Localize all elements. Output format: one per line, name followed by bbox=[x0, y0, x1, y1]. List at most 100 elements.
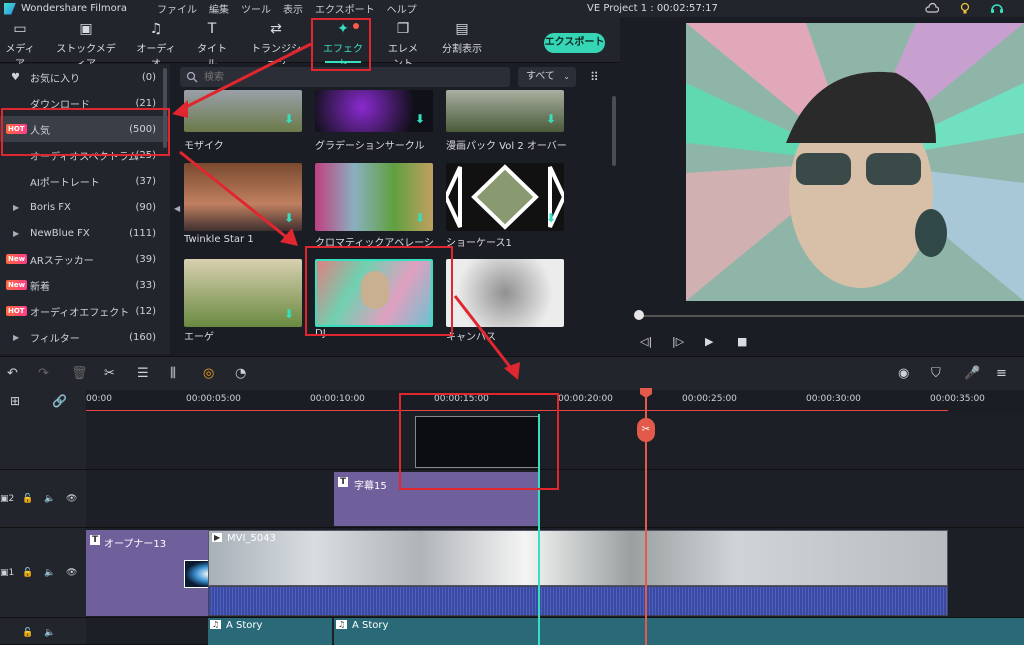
speaker-icon[interactable]: 🔈 bbox=[44, 568, 55, 578]
ruler-tick: 00:00:20:00 bbox=[558, 394, 613, 404]
audio-clip-story-1[interactable]: ♫ A Story bbox=[208, 618, 332, 645]
menu-edit[interactable]: 編集 bbox=[209, 1, 229, 16]
stop-icon[interactable]: ■ bbox=[737, 335, 747, 348]
redo-icon[interactable]: ↷ bbox=[38, 366, 49, 381]
sort-dropdown[interactable]: すべて ⌄ bbox=[518, 67, 576, 87]
sidebar-item-audio-effects[interactable]: HOT オーディオエフェクト (12) bbox=[0, 298, 170, 324]
step-forward-icon[interactable]: |▷ bbox=[672, 335, 684, 348]
music-note-icon: ♫ bbox=[210, 620, 222, 629]
lock-icon[interactable]: 🔓 bbox=[22, 494, 33, 504]
download-icon[interactable]: ⬇ bbox=[284, 211, 294, 225]
sidebar-item-boris-fx[interactable]: ▶ Boris FX (90) bbox=[0, 194, 170, 220]
delete-icon[interactable]: 🗑 bbox=[71, 366, 88, 381]
effect-label: キャンバス bbox=[446, 332, 496, 343]
effect-thumb-mosaic[interactable]: ⬇ bbox=[184, 90, 302, 132]
menu-help[interactable]: ヘルプ bbox=[387, 1, 417, 16]
lightbulb-icon[interactable] bbox=[958, 2, 972, 15]
eye-icon[interactable]: 👁 bbox=[66, 494, 77, 504]
track-audio[interactable]: ♫ A Story ♫ A Story bbox=[86, 618, 1024, 645]
tab-split-screen[interactable]: ▤ 分割表示 bbox=[441, 21, 483, 55]
sidebar-item-ai-portrait[interactable]: AIポートレート (37) bbox=[0, 168, 170, 194]
microphone-icon[interactable]: 🎤 bbox=[964, 366, 980, 381]
effect-thumb-aegean[interactable]: ⬇ bbox=[184, 259, 302, 327]
effect-thumb-gradient-circle[interactable]: ⬇ bbox=[315, 90, 433, 132]
download-icon[interactable]: ⬇ bbox=[284, 307, 294, 321]
tab-transitions[interactable]: ⇄トランジション bbox=[249, 21, 303, 70]
track-header-2: ▣2 🔓 🔈 👁 bbox=[0, 470, 86, 528]
add-track-icon[interactable]: ⊞ bbox=[10, 394, 20, 408]
tab-media[interactable]: ▭メディア bbox=[5, 21, 35, 70]
text-t-icon: T bbox=[207, 21, 217, 37]
speed-ramp-icon[interactable]: ◔ bbox=[235, 366, 246, 381]
tab-stock-media[interactable]: ▣ストックメディア bbox=[56, 21, 116, 70]
title-clip-opener[interactable]: T オープナー13 bbox=[86, 530, 234, 616]
sidebar-item-newblue-fx[interactable]: ▶ NewBlue FX (111) bbox=[0, 220, 170, 246]
annotation-box-popular bbox=[1, 108, 170, 156]
lock-icon[interactable]: 🔓 bbox=[22, 568, 33, 578]
track-video-icon: ▣2 bbox=[0, 494, 15, 504]
tab-titles[interactable]: Tタイトル bbox=[196, 21, 228, 70]
sidebar-item-favorites[interactable]: ♥ お気に入り (0) bbox=[0, 64, 170, 90]
render-icon[interactable]: ◉ bbox=[898, 366, 909, 381]
new-badge: New bbox=[6, 254, 28, 264]
tab-audio[interactable]: ♫オーディオ bbox=[136, 21, 176, 70]
step-back-icon[interactable]: ◁| bbox=[640, 335, 652, 348]
download-icon[interactable]: ⬇ bbox=[546, 112, 556, 126]
search-input[interactable] bbox=[204, 70, 494, 84]
marker-icon[interactable]: ⛉ bbox=[931, 366, 941, 381]
speed-icon[interactable]: ◎ bbox=[203, 366, 214, 381]
sidebar-item-ar-stickers[interactable]: New ARステッカー (39) bbox=[0, 246, 170, 272]
scissors-icon[interactable]: ✂ bbox=[104, 366, 115, 381]
effect-thumb-showcase[interactable]: ⬇ bbox=[446, 163, 564, 231]
speaker-icon[interactable]: 🔈 bbox=[44, 494, 55, 504]
transition-icon: ⇄ bbox=[270, 21, 282, 37]
effect-label: モザイク bbox=[184, 141, 224, 152]
effect-thumb-manga-pack[interactable]: ⬇ bbox=[446, 90, 564, 132]
title-bar: Wondershare Filmora ファイル 編集 ツール 表示 エクスポー… bbox=[0, 0, 1024, 17]
effect-thumb-twinkle-star[interactable]: ⬇ bbox=[184, 163, 302, 231]
headset-icon[interactable] bbox=[990, 2, 1004, 15]
annotation-box-effects-tab bbox=[311, 18, 371, 71]
download-icon[interactable]: ⬇ bbox=[415, 112, 425, 126]
cloud-icon[interactable] bbox=[925, 2, 939, 15]
menu-view[interactable]: 表示 bbox=[283, 1, 303, 16]
effect-thumb-chromatic-aberration[interactable]: ⬇ bbox=[315, 163, 433, 231]
track-video-icon: ▣1 bbox=[0, 568, 15, 578]
heart-icon: ♥ bbox=[11, 71, 20, 83]
export-button[interactable]: エクスポート bbox=[544, 33, 605, 53]
preview-scrubber-knob[interactable] bbox=[634, 310, 644, 320]
menu-export[interactable]: エクスポート bbox=[315, 1, 375, 16]
link-icon[interactable]: 🔗 bbox=[52, 394, 67, 408]
download-icon[interactable]: ⬇ bbox=[284, 112, 294, 126]
track-1[interactable]: T オープナー13 ▶ MVI_5043 bbox=[86, 528, 1024, 618]
audio-clip-story-2[interactable]: ♫ A Story bbox=[334, 618, 1024, 645]
effect-label: ショーケース1 bbox=[446, 238, 512, 249]
undo-icon[interactable]: ↶ bbox=[7, 366, 18, 381]
folder-icon: ▭ bbox=[13, 21, 27, 37]
expand-arrow-icon[interactable]: ▶ bbox=[13, 203, 19, 212]
video-clip-mvi[interactable]: ▶ MVI_5043 bbox=[208, 530, 948, 586]
sidebar-item-filters[interactable]: ▶ フィルター (160) bbox=[0, 324, 170, 350]
effect-thumb-canvas[interactable] bbox=[446, 259, 564, 327]
audio-wave-icon[interactable]: ⫼ bbox=[170, 366, 176, 381]
eye-icon[interactable]: 👁 bbox=[66, 568, 77, 578]
expand-arrow-icon[interactable]: ▶ bbox=[13, 333, 19, 342]
split-scissors-icon[interactable]: ✂ bbox=[637, 418, 655, 442]
adjust-icon[interactable]: ☰ bbox=[137, 366, 149, 381]
tab-elements[interactable]: ❐エレメント bbox=[384, 21, 422, 70]
expand-arrow-icon[interactable]: ▶ bbox=[13, 229, 19, 238]
sidebar-item-new[interactable]: New 新着 (33) bbox=[0, 272, 170, 298]
download-icon[interactable]: ⬇ bbox=[415, 211, 425, 225]
download-icon[interactable]: ⬇ bbox=[546, 211, 556, 225]
play-icon[interactable]: ▶ bbox=[705, 335, 713, 348]
grid-view-icon[interactable]: ⠿ bbox=[590, 70, 599, 84]
app-name: Wondershare Filmora bbox=[21, 3, 127, 14]
content-scrollbar[interactable] bbox=[612, 96, 616, 166]
lock-icon[interactable]: 🔓 bbox=[22, 628, 33, 638]
menu-tools[interactable]: ツール bbox=[241, 1, 271, 16]
voiceover-list-icon[interactable]: ≡ bbox=[996, 366, 1007, 381]
menu-file[interactable]: ファイル bbox=[157, 1, 197, 16]
preview-scrubber-track[interactable] bbox=[636, 315, 1024, 317]
collapse-arrow-icon[interactable]: ◀ bbox=[174, 204, 180, 213]
speaker-icon[interactable]: 🔈 bbox=[44, 628, 55, 638]
